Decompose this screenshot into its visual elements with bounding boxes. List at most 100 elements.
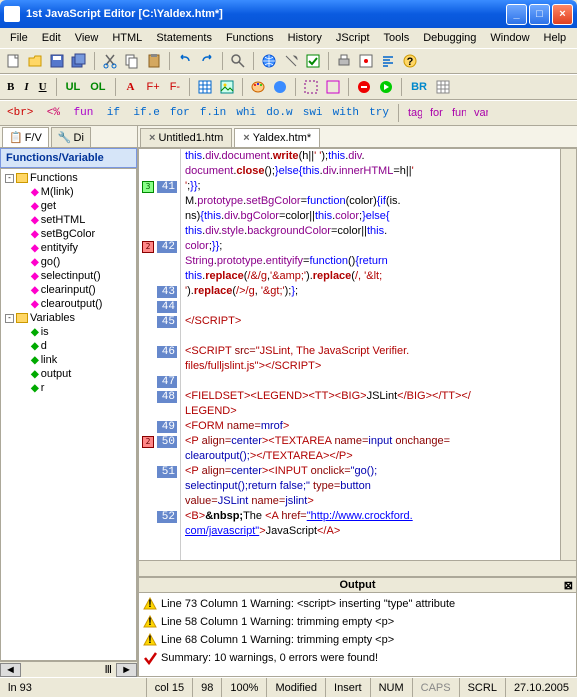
menu-jscript[interactable]: JScript: [330, 30, 376, 46]
menu-window[interactable]: Window: [484, 30, 535, 46]
tree-view[interactable]: -Functions◆M(link)◆get◆setHTML◆setBgColo…: [0, 168, 137, 661]
maximize-button[interactable]: □: [529, 4, 550, 25]
menu-view[interactable]: View: [69, 30, 105, 46]
tree-fn-Mlink[interactable]: ◆M(link): [3, 185, 134, 199]
code-line[interactable]: [185, 374, 560, 389]
palette-icon[interactable]: [249, 78, 267, 96]
tab-close-icon[interactable]: ×: [243, 132, 249, 144]
code-line[interactable]: selectinput();return false;" type=button: [185, 479, 560, 494]
tree-fn-clearinput[interactable]: ◆clearinput(): [3, 283, 134, 297]
var-icon[interactable]: var: [471, 104, 489, 122]
code-line[interactable]: [185, 299, 560, 314]
image-icon[interactable]: [218, 78, 236, 96]
tools-icon[interactable]: [282, 52, 300, 70]
code-line[interactable]: <P align=center><INPUT onclick="go();: [185, 464, 560, 479]
bold-button[interactable]: B: [4, 81, 17, 93]
snippet-for[interactable]: for: [167, 107, 193, 119]
snippet-with[interactable]: with: [330, 107, 362, 119]
font-decrease-button[interactable]: F-: [167, 81, 183, 93]
code-line[interactable]: value=JSLint name=jslint>: [185, 494, 560, 509]
menu-debugging[interactable]: Debugging: [417, 30, 482, 46]
ul-button[interactable]: UL: [63, 81, 84, 93]
scrollbar-vertical[interactable]: [560, 149, 576, 560]
tree-var-d[interactable]: ◆d: [3, 339, 134, 353]
snippet-ife[interactable]: if.e: [130, 107, 162, 119]
stop-icon[interactable]: [355, 78, 373, 96]
snippet-whi[interactable]: whi: [233, 107, 259, 119]
menu-tools[interactable]: Tools: [378, 30, 416, 46]
tree-functions[interactable]: -Functions: [3, 171, 134, 185]
fun-icon[interactable]: fun: [449, 104, 467, 122]
code-line[interactable]: ';}};: [185, 179, 560, 194]
snippet-swi[interactable]: swi: [300, 107, 326, 119]
tree-fn-clearoutput[interactable]: ◆clearoutput(): [3, 297, 134, 311]
font-increase-button[interactable]: F+: [144, 81, 163, 93]
tree-fn-get[interactable]: ◆get: [3, 199, 134, 213]
output-close-button[interactable]: ⊠: [564, 579, 573, 592]
underline-button[interactable]: U: [36, 81, 50, 93]
snippet-fin[interactable]: f.in: [197, 107, 229, 119]
code-line[interactable]: clearoutput();></TEXTAREA></P>: [185, 449, 560, 464]
paste-icon[interactable]: [145, 52, 163, 70]
code-line[interactable]: <SCRIPT src="JSLint, The JavaScript Veri…: [185, 344, 560, 359]
output-line[interactable]: !Line 58 Column 1 Warning: trimming empt…: [143, 613, 572, 631]
copy-icon[interactable]: [123, 52, 141, 70]
code-line[interactable]: this.div.style.backgroundColor=color||th…: [185, 224, 560, 239]
output-line[interactable]: Summary: 10 warnings, 0 errors were foun…: [143, 649, 572, 667]
code-line[interactable]: String.prototype.entityify=function(){re…: [185, 254, 560, 269]
line-marker[interactable]: 2: [139, 436, 157, 448]
help-icon[interactable]: ?: [401, 52, 419, 70]
run-icon[interactable]: [377, 78, 395, 96]
code-line[interactable]: ns){this.div.bgColor=color||this.color;}…: [185, 209, 560, 224]
font-icon[interactable]: A: [122, 78, 140, 96]
table-icon[interactable]: [196, 78, 214, 96]
menu-history[interactable]: History: [282, 30, 328, 46]
grid-icon[interactable]: [434, 78, 452, 96]
cell-icon[interactable]: [302, 78, 320, 96]
code-line[interactable]: <B>&nbsp;The <A href="http://www.crockfo…: [185, 509, 560, 524]
menu-functions[interactable]: Functions: [220, 30, 280, 46]
check-icon[interactable]: [304, 52, 322, 70]
new-file-icon[interactable]: [4, 52, 22, 70]
line-marker[interactable]: 2: [139, 241, 157, 253]
tab-functions-vars[interactable]: 📋F/V: [2, 127, 49, 147]
close-button[interactable]: ×: [552, 4, 573, 25]
code-line[interactable]: this.replace(/&/g,'&amp;').replace(/, '&…: [185, 269, 560, 284]
code-line[interactable]: <FORM name=mrof>: [185, 419, 560, 434]
tree-var-link[interactable]: ◆link: [3, 353, 134, 367]
line-marker[interactable]: 3: [139, 181, 157, 193]
ol-button[interactable]: OL: [87, 81, 108, 93]
br-button[interactable]: BR: [408, 81, 430, 93]
code-line[interactable]: com/javascript">JavaScript</A>: [185, 524, 560, 539]
open-icon[interactable]: [26, 52, 44, 70]
snippet-try[interactable]: try: [366, 107, 392, 119]
code-line[interactable]: </SCRIPT>: [185, 314, 560, 329]
code-line[interactable]: LEGEND>: [185, 404, 560, 419]
browser-icon[interactable]: [260, 52, 278, 70]
editor-tab[interactable]: ×Yaldex.htm*: [234, 128, 320, 147]
menu-help[interactable]: Help: [538, 30, 573, 46]
menu-file[interactable]: File: [4, 30, 34, 46]
redo-icon[interactable]: [198, 52, 216, 70]
tree-fn-selectinput[interactable]: ◆selectinput(): [3, 269, 134, 283]
find-icon[interactable]: [229, 52, 247, 70]
tree-var-is[interactable]: ◆is: [3, 325, 134, 339]
save-icon[interactable]: [48, 52, 66, 70]
code-line[interactable]: this.div.document.write(h||' ');this.div…: [185, 149, 560, 164]
code-line[interactable]: document.close();}else{this.div.innerHTM…: [185, 164, 560, 179]
tree-fn-setHTML[interactable]: ◆setHTML: [3, 213, 134, 227]
cut-icon[interactable]: [101, 52, 119, 70]
snippet-fun[interactable]: fun: [70, 107, 96, 119]
output-line[interactable]: !Line 68 Column 1 Warning: trimming empt…: [143, 631, 572, 649]
output-body[interactable]: !Line 73 Column 1 Warning: <script> inse…: [139, 593, 576, 676]
code-line[interactable]: ').replace(/>/g, '&gt;');};: [185, 284, 560, 299]
snippet-dow[interactable]: do.w: [263, 107, 295, 119]
code-line[interactable]: M.prototype.setBgColor=function(color){i…: [185, 194, 560, 209]
italic-button[interactable]: I: [21, 81, 31, 93]
code-line[interactable]: <P align=center><TEXTAREA name=input onc…: [185, 434, 560, 449]
code-line[interactable]: files/fulljslint.js"></SCRIPT>: [185, 359, 560, 374]
print-icon[interactable]: [335, 52, 353, 70]
tree-var-output[interactable]: ◆output: [3, 367, 134, 381]
snippet-[interactable]: <%: [40, 107, 66, 119]
tab-close-icon[interactable]: ×: [149, 132, 155, 144]
